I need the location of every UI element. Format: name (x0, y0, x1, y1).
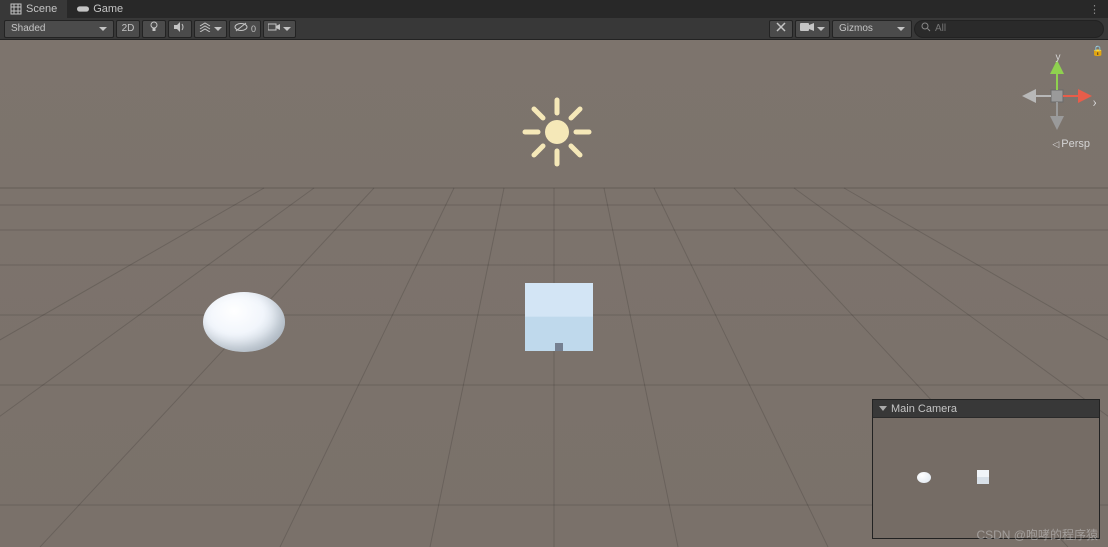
camera-preview-panel: Main Camera (872, 399, 1100, 539)
fx-stack-icon (199, 22, 211, 35)
svg-text:x: x (1093, 98, 1096, 109)
hidden-count: 0 (251, 24, 256, 34)
view-tabs: Scene Game ⋮ (0, 0, 1108, 18)
lightbulb-icon (149, 21, 159, 36)
eye-off-icon (234, 22, 248, 35)
scene-icon (10, 3, 22, 15)
directional-light-gizmo[interactable] (520, 95, 594, 169)
video-camera-icon (800, 22, 814, 35)
chevron-down-icon (99, 27, 107, 31)
chevron-down-icon (817, 27, 825, 31)
camera-icon (268, 22, 280, 35)
sphere-object[interactable] (203, 292, 285, 352)
projection-toggle[interactable]: ◁ Persp (1052, 138, 1090, 150)
tab-game[interactable]: Game (67, 0, 133, 18)
toggle-audio-button[interactable] (168, 20, 192, 38)
scene-viewport[interactable]: y x 🔒 ◁ Persp Main Camera CSDN @咆哮的程序猿 (0, 40, 1108, 547)
chevron-down-icon (897, 27, 905, 31)
orientation-gizmo[interactable]: y x (1016, 52, 1096, 142)
camera-dropdown-button[interactable] (795, 20, 830, 38)
projection-label: Persp (1061, 138, 1090, 150)
search-box[interactable] (914, 20, 1104, 38)
shading-mode-dropdown[interactable]: Shaded (4, 20, 114, 38)
preview-sphere (917, 472, 931, 483)
gizmos-dropdown[interactable]: Gizmos (832, 20, 912, 38)
toggle-fx-button[interactable] (194, 20, 227, 38)
chevron-down-icon (283, 27, 291, 31)
toggle-lighting-button[interactable] (142, 20, 166, 38)
preview-cube (977, 470, 989, 484)
scene-toolbar: Shaded 2D 0 (0, 18, 1108, 40)
chevron-down-icon (214, 27, 222, 31)
disclosure-triangle-icon (879, 406, 887, 411)
watermark-text: CSDN @咆哮的程序猿 (976, 526, 1098, 543)
cube-object[interactable] (525, 283, 593, 351)
search-input[interactable] (935, 23, 1097, 34)
camera-settings-button[interactable] (263, 20, 296, 38)
game-icon (77, 3, 89, 15)
speaker-icon (174, 22, 186, 35)
tab-scene[interactable]: Scene (0, 0, 67, 18)
toggle-2d-button[interactable]: 2D (116, 20, 140, 38)
camera-preview-body (873, 418, 1099, 538)
gizmos-label: Gizmos (839, 23, 873, 34)
panel-menu-icon[interactable]: ⋮ (1081, 3, 1108, 16)
shading-mode-label: Shaded (11, 23, 45, 34)
projection-icon: ◁ (1052, 139, 1059, 150)
tools-icon (775, 21, 787, 36)
camera-preview-header[interactable]: Main Camera (873, 400, 1099, 418)
toggle-visibility-button[interactable]: 0 (229, 20, 261, 38)
camera-preview-title: Main Camera (891, 403, 957, 415)
tab-game-label: Game (93, 3, 123, 15)
lock-icon[interactable]: 🔒 (1092, 46, 1104, 57)
tab-scene-label: Scene (26, 3, 57, 15)
toggle-2d-label: 2D (122, 23, 135, 34)
tools-button[interactable] (769, 20, 793, 38)
svg-text:y: y (1056, 52, 1061, 63)
search-icon (921, 22, 931, 35)
